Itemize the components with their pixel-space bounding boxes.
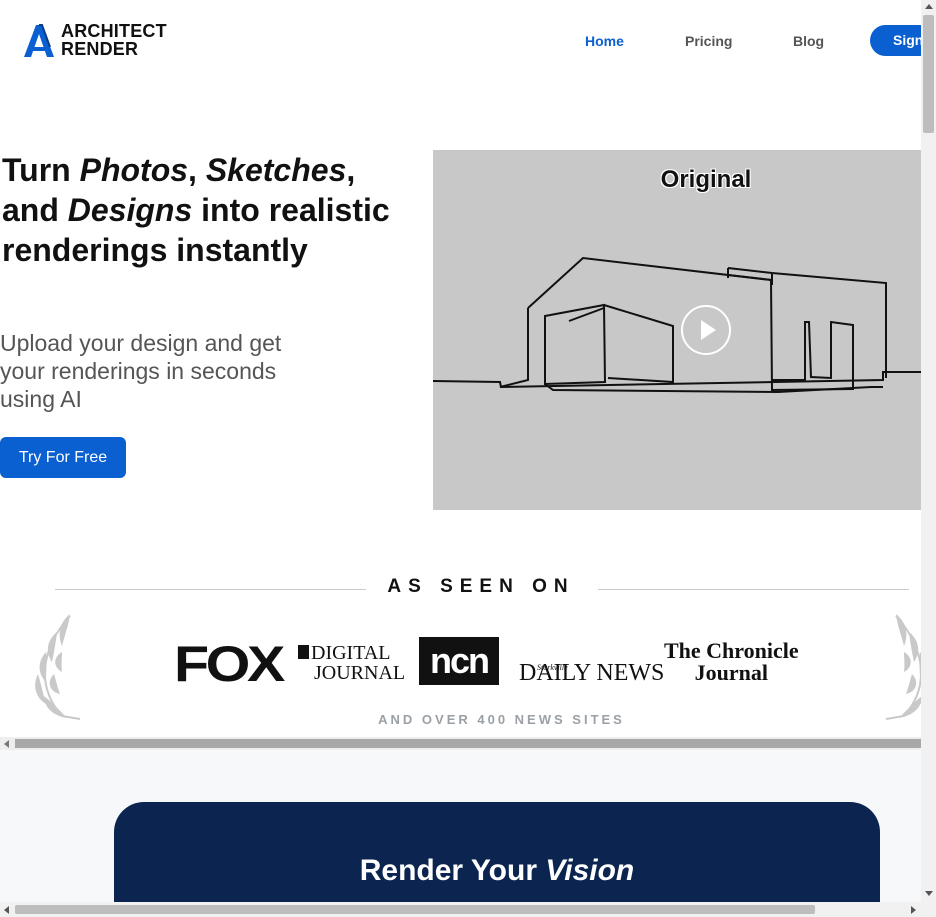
scrollbar-corner [921,902,936,917]
demo-video[interactable]: Original [433,150,921,510]
render-section: Render Your Vision [0,750,921,902]
hero-headline: Turn Photos, Sketches, and Designs into r… [2,152,390,268]
original-label: Original [660,166,752,193]
sketch-drawing [433,256,921,394]
nav-home[interactable]: Home [585,33,624,49]
laurel-right-icon [885,614,921,720]
scroll-down-icon[interactable] [925,891,933,896]
divider-right [598,589,909,590]
as-seen-on-title: AS SEEN ON [387,576,575,597]
logo-text: ARCHITECT RENDER [61,21,167,59]
divider-left [55,589,366,590]
chronicle-journal-logo: The Chronicle Journal [664,638,799,685]
try-for-free-button[interactable]: Try For Free [0,437,126,478]
news-sites-caption: AND OVER 400 NEWS SITES [378,712,625,727]
scroll-right-icon[interactable] [911,906,916,914]
horizontal-scrollbar[interactable] [0,902,921,917]
scroll-up-icon[interactable] [925,4,933,9]
hero-subtitle: Upload your design and get your renderin… [0,330,282,412]
carousel-scrollbar[interactable] [0,737,921,750]
signup-button[interactable]: Sign [870,25,921,56]
render-vision-title: Render Your Vision [359,854,635,887]
horizontal-scroll-thumb[interactable] [15,905,815,914]
play-icon[interactable] [681,305,731,355]
ncn-logo: ncn [419,637,499,685]
daily-news-logo: Starkville DAILY NEWS [519,660,665,686]
laurel-left-icon [35,614,81,720]
vertical-scrollbar[interactable] [921,0,936,902]
digital-journal-logo: DIGITAL JOURNAL [298,643,405,683]
logo[interactable]: ARCHITECT RENDER [21,22,167,58]
scroll-left-icon[interactable] [4,740,9,748]
nav-pricing[interactable]: Pricing [685,33,732,49]
logo-a-icon [24,24,54,57]
nav-blog[interactable]: Blog [793,33,824,49]
render-vision-card: Render Your Vision [114,802,880,902]
vertical-scroll-thumb[interactable] [923,15,934,133]
page: ARCHITECT RENDER Home Pricing Blog Sign … [0,0,921,902]
carousel-scroll-thumb[interactable] [15,739,921,748]
fox-logo: FOX [174,636,285,692]
scroll-left-icon[interactable] [4,906,9,914]
